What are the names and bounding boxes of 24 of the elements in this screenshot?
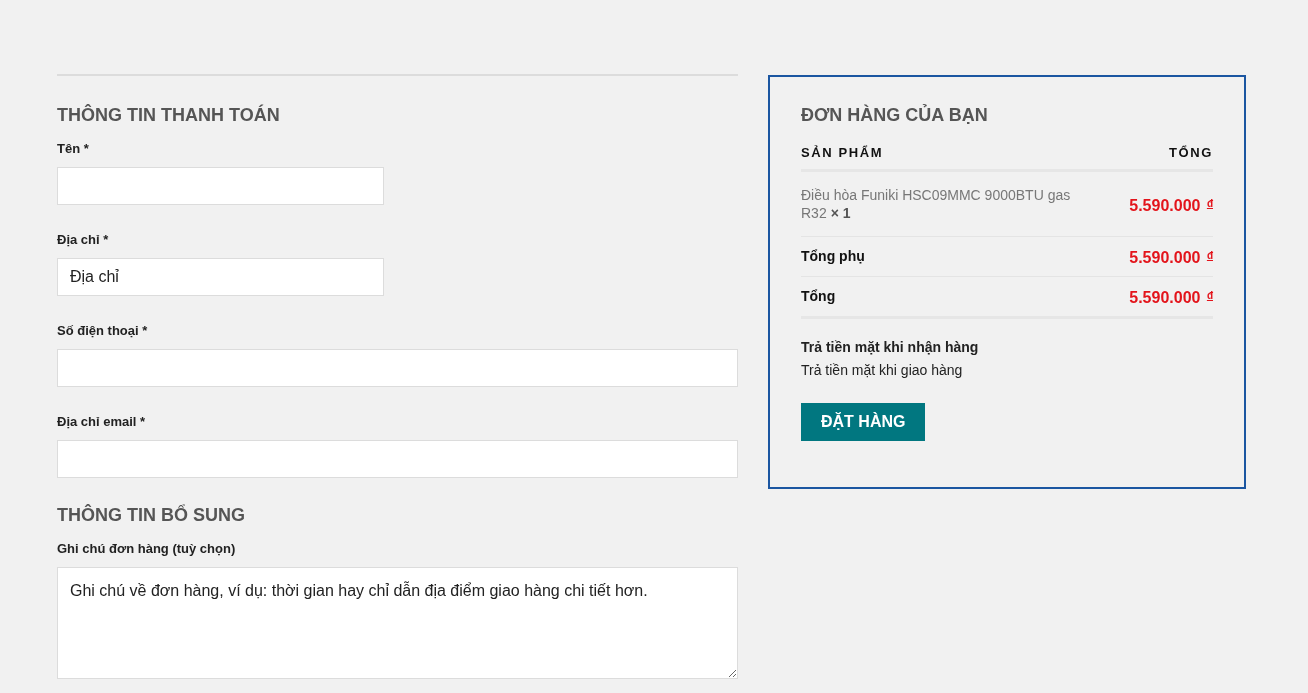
- field-label: Địa chỉ *: [57, 231, 109, 249]
- price: 5.590.000 $^{đ}$: [1129, 289, 1213, 306]
- section-heading: THÔNG TIN BỔ SUNG: [57, 503, 245, 527]
- field-label: Số điện thoại *: [57, 322, 148, 340]
- payment-method: Trả tiền mặt khi nhận hàng: [801, 338, 979, 357]
- total-label: Tổng: [801, 288, 836, 304]
- price: 5.590.000 $^{đ}$: [1129, 196, 1213, 214]
- price: 5.590.000 $^{đ}$: [1129, 249, 1213, 266]
- input-field[interactable]: [57, 167, 384, 205]
- input-field[interactable]: Địa chỉ: [57, 258, 384, 296]
- field-label: Tên *: [57, 140, 89, 158]
- place-order-button[interactable]: ĐẶT HÀNG: [801, 403, 926, 441]
- field-label: Địa chỉ email *: [57, 413, 146, 431]
- column-header: SẢN PHẨM: [801, 144, 884, 162]
- payment-description: Trả tiền mặt khi giao hàng: [801, 361, 963, 380]
- input-field[interactable]: [57, 440, 738, 478]
- product-line: Điều hòa Funiki HSC09MMC 9000BTU gas R32 × 1: [801, 186, 1072, 222]
- panel-heading: ĐƠN HÀNG CỦA BẠN: [801, 103, 988, 127]
- total-label: Tổng phụ: [801, 248, 865, 264]
- field-label: Ghi chú đơn hàng (tuỳ chọn): [57, 540, 236, 558]
- input-field[interactable]: [57, 349, 738, 387]
- section-heading: THÔNG TIN THANH TOÁN: [57, 103, 280, 127]
- notes-field[interactable]: Ghi chú về đơn hàng, ví dụ: thời gian hay chỉ dẫn địa điểm giao hàng chi tiết hơn.: [57, 567, 738, 679]
- column-header: TỔNG: [1169, 144, 1213, 162]
